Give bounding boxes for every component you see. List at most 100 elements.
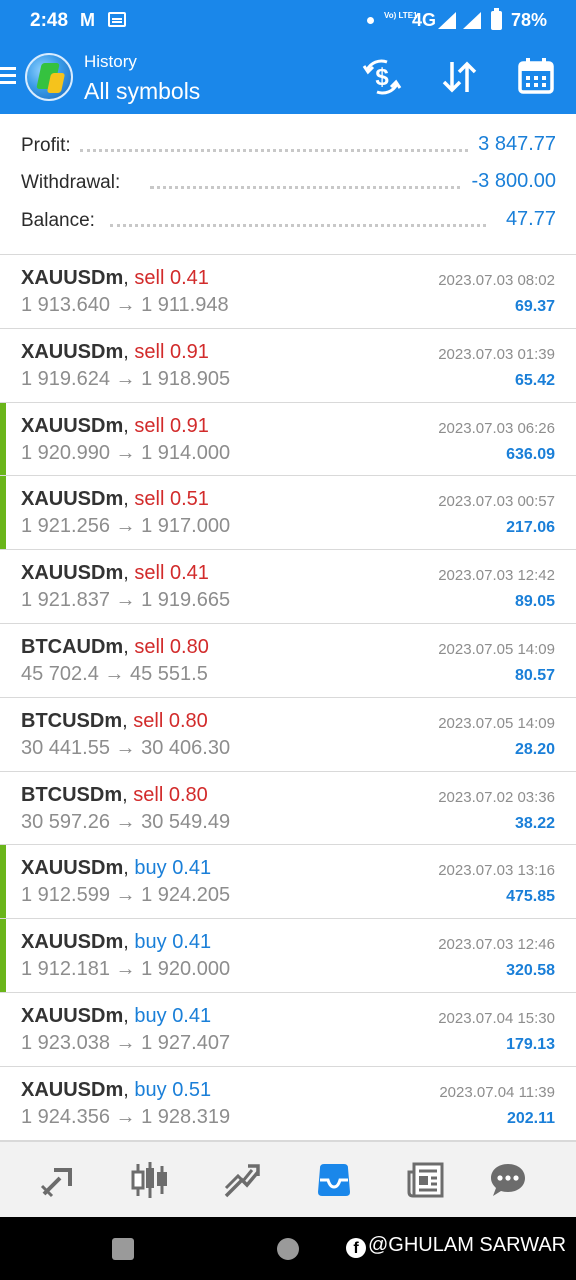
trade-prices: 1 924.356 → 1 928.319: [21, 1106, 230, 1129]
trade-separator: ,: [123, 1078, 135, 1101]
menu-icon[interactable]: [0, 67, 16, 85]
trade-prices: 30 441.55 → 30 406.30: [21, 737, 230, 760]
trade-volume: 0.51: [172, 1078, 212, 1101]
home-button[interactable]: [277, 1238, 299, 1260]
trade-row[interactable]: XAUUSDm, sell 0.91 1 919.624 → 1 918.905 2…: [0, 329, 576, 403]
trade-prices: 1 912.599 → 1 924.205: [21, 884, 230, 907]
currency-exchange-icon[interactable]: $: [361, 56, 403, 98]
trade-profit: 179.13: [506, 1035, 555, 1053]
signal-icon-2: [463, 12, 481, 29]
trade-separator: ,: [123, 931, 135, 954]
app-bar: History All symbols $: [0, 40, 576, 114]
watermark: f @GHULAM SARWAR: [346, 1234, 566, 1258]
trade-symbol: XAUUSDm: [21, 857, 124, 880]
arrow-right-icon: →: [109, 1105, 142, 1128]
trade-row[interactable]: XAUUSDm, buy 0.41 1 912.599 → 1 924.205 20…: [0, 845, 576, 920]
trade-type: sell: [133, 783, 164, 806]
trade-volume: 0.41: [172, 857, 212, 880]
open-price: 30 597.26: [21, 810, 110, 833]
trade-volume: 0.91: [169, 340, 209, 363]
open-price: 1 919.624: [21, 367, 110, 390]
notification-dot-icon: [367, 17, 374, 24]
network-type: 4G: [412, 10, 437, 30]
trade-symbol: XAUUSDm: [21, 414, 124, 437]
trade-separator: ,: [123, 267, 135, 289]
trade-list: XAUUSDm, sell 0.41 1 913.640 → 1 911.948 2…: [0, 255, 576, 1141]
trade-separator: ,: [122, 709, 134, 732]
open-price: 1 921.256: [21, 515, 110, 538]
trade-time: 2023.07.05 14:09: [438, 640, 555, 658]
trade-row[interactable]: XAUUSDm, buy 0.41 1 923.038 → 1 927.407 20…: [0, 993, 576, 1067]
trade-icon[interactable]: [222, 1160, 262, 1200]
trade-symbol: XAUUSDm: [21, 1078, 124, 1101]
open-price: 1 921.837: [21, 589, 110, 612]
trade-volume: 0.41: [172, 1004, 212, 1027]
close-price: 1 914.000: [141, 441, 231, 464]
bottom-navigation: [0, 1141, 576, 1217]
trade-time: 2023.07.04 11:39: [439, 1083, 555, 1101]
news-icon[interactable]: [406, 1160, 446, 1200]
trade-symbol: XAUUSDm: [21, 562, 124, 585]
balance-row: Balance: 47.77: [20, 208, 556, 238]
calendar-icon[interactable]: [516, 56, 556, 96]
trade-type: sell: [134, 340, 165, 363]
trade-row[interactable]: XAUUSDm, sell 0.51 1 921.256 → 1 917.000 2…: [0, 476, 576, 551]
trade-profit: 320.58: [506, 962, 555, 980]
arrow-right-icon: →: [109, 515, 142, 538]
open-price: 1 912.181: [21, 958, 110, 981]
leader-dots: [150, 186, 486, 189]
trade-symbol: XAUUSDm: [21, 340, 124, 363]
trade-row[interactable]: BTCUSDm, sell 0.80 30 441.55 → 30 406.30 2…: [0, 698, 576, 772]
trade-prices: 1 919.624 → 1 918.905: [21, 368, 230, 391]
page-title[interactable]: All symbols: [84, 78, 200, 105]
signal-icon: [438, 12, 456, 29]
sort-icon[interactable]: [438, 56, 480, 98]
trade-row[interactable]: XAUUSDm, buy 0.41 1 912.181 → 1 920.000 20…: [0, 919, 576, 993]
account-summary: Profit: 3 847.77 Withdrawal: -3 800.00 B…: [0, 124, 576, 254]
trade-prices: 45 702.4 → 45 551.5: [21, 663, 208, 686]
trade-separator: ,: [122, 783, 134, 806]
trade-volume: 0.41: [169, 267, 209, 289]
chart-candles-icon[interactable]: [130, 1160, 170, 1200]
profit-label: Profit:: [21, 135, 79, 157]
trade-profit: 636.09: [506, 445, 555, 463]
messages-icon[interactable]: [488, 1160, 528, 1200]
trade-row[interactable]: XAUUSDm, sell 0.41 1 921.837 → 1 919.665 2…: [0, 550, 576, 624]
trade-prices: 30 597.26 → 30 549.49: [21, 811, 230, 834]
trade-profit: 80.57: [514, 666, 555, 684]
trade-time: 2023.07.03 08:02: [438, 272, 555, 289]
history-icon[interactable]: [314, 1160, 354, 1200]
trade-volume: 0.51: [169, 488, 209, 511]
trade-row[interactable]: BTCUSDm, sell 0.80 30 597.26 → 30 549.49 2…: [0, 772, 576, 846]
trade-row[interactable]: XAUUSDm, buy 0.51 1 924.356 → 1 928.319 20…: [0, 1067, 576, 1141]
trade-title: XAUUSDm, buy 0.41: [21, 931, 211, 954]
trade-profit: 28.20: [514, 740, 555, 758]
card-icon: [108, 12, 126, 27]
trade-profit: 89.05: [514, 593, 555, 611]
trade-prices: 1 923.038 → 1 927.407: [21, 1032, 230, 1055]
trade-symbol: XAUUSDm: [21, 1004, 124, 1027]
status-time: 2:48: [30, 10, 69, 31]
trade-type: buy: [134, 931, 167, 954]
trade-title: XAUUSDm, buy 0.51: [21, 1079, 211, 1102]
trade-prices: 1 920.990 → 1 914.000: [21, 442, 230, 465]
trade-volume: 0.41: [172, 931, 212, 954]
trade-row[interactable]: BTCAUDm, sell 0.80 45 702.4 → 45 551.5 202…: [0, 624, 576, 698]
trade-type: buy: [134, 1078, 167, 1101]
quotes-icon[interactable]: [38, 1160, 78, 1200]
trade-time: 2023.07.05 14:09: [438, 714, 555, 732]
trade-row[interactable]: XAUUSDm, sell 0.91 1 920.990 → 1 914.000 2…: [0, 402, 576, 477]
trade-row[interactable]: XAUUSDm, sell 0.41 1 913.640 → 1 911.948 2…: [0, 255, 576, 329]
trade-time: 2023.07.03 06:26: [438, 419, 555, 437]
close-price: 30 549.49: [141, 810, 231, 833]
trade-profit: 38.22: [514, 814, 555, 832]
close-price: 1 919.665: [141, 589, 231, 612]
arrow-right-icon: →: [98, 662, 130, 685]
metatrader-logo: [25, 53, 73, 101]
system-nav-bar: f @GHULAM SARWAR: [0, 1217, 576, 1280]
trade-volume: 0.80: [169, 635, 209, 658]
gmail-icon: M: [80, 10, 95, 30]
trade-prices: 1 921.837 → 1 919.665: [21, 589, 230, 612]
recents-button[interactable]: [112, 1238, 134, 1260]
trade-volume: 0.80: [168, 783, 208, 806]
